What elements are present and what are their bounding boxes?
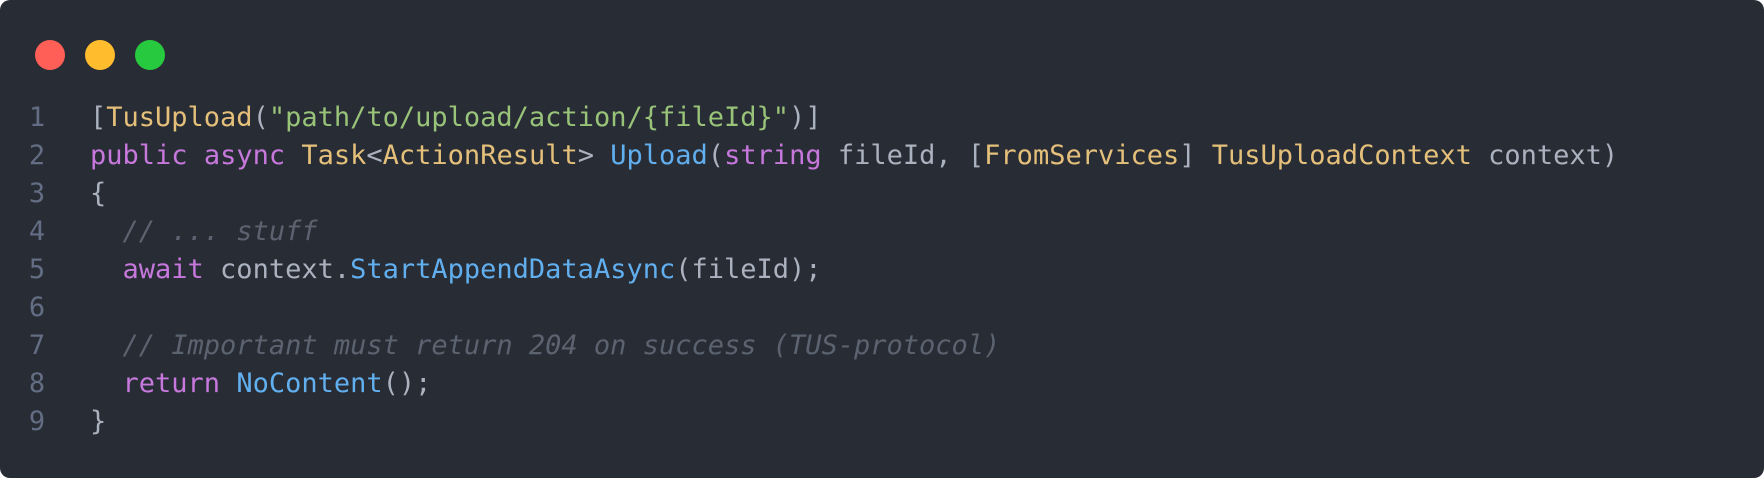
- code-token-plain: {: [90, 178, 107, 209]
- line-number: 7: [28, 330, 46, 361]
- line-content: return NoContent();: [90, 365, 432, 403]
- code-line: 3{: [0, 175, 1764, 213]
- code-token-plain: >: [577, 140, 611, 171]
- line-content: {: [90, 175, 106, 213]
- line-number: 4: [28, 216, 46, 247]
- code-token-kw: public: [90, 140, 188, 171]
- code-token-plain: (: [707, 140, 725, 171]
- code-token-cmt: // ... stuff: [122, 216, 318, 247]
- code-token-plain: )]: [789, 102, 822, 133]
- code-line: 5 await context.StartAppendDataAsync(fil…: [0, 251, 1764, 289]
- line-content: }: [90, 403, 106, 441]
- line-number: 8: [28, 368, 46, 399]
- code-token-type: TusUpload: [106, 102, 253, 133]
- line-content: // Important must return 204 on success …: [90, 327, 1001, 365]
- line-number: 2: [28, 140, 46, 171]
- code-line: 8 return NoContent();: [0, 365, 1764, 403]
- code-token-plain: ]: [1179, 140, 1212, 171]
- code-line: 1 [TusUpload("path/to/upload/action/{file…: [0, 99, 1764, 137]
- code-token-plain: (: [252, 102, 269, 133]
- code-token-plain: context.: [203, 254, 351, 285]
- code-token-fn: StartAppendDataAsync: [350, 254, 676, 285]
- code-token-plain: context): [1471, 140, 1619, 171]
- line-number: 1: [28, 102, 46, 133]
- code-token-kw: string: [724, 140, 822, 171]
- line-number: 3: [28, 178, 46, 209]
- code-token-kw: await: [122, 254, 204, 285]
- close-dot-icon[interactable]: [35, 40, 65, 70]
- code-token-type: ActionResult: [382, 140, 578, 171]
- maximize-dot-icon[interactable]: [135, 40, 165, 70]
- code-token-str: "path/to/upload/action/{fileId}": [268, 102, 790, 133]
- line-number: 6: [28, 292, 46, 323]
- code-line: 7 // Important must return 204 on succes…: [0, 327, 1764, 365]
- code-token-type: TusUploadContext: [1211, 140, 1472, 171]
- code-token-cmt: // Important must return 204 on success …: [122, 330, 1001, 361]
- code-token-kw: async: [203, 140, 286, 171]
- minimize-dot-icon[interactable]: [85, 40, 115, 70]
- code-token-type: Task: [301, 140, 367, 171]
- code-token-fn: NoContent: [236, 368, 383, 399]
- code-token-plain: ();: [382, 368, 432, 399]
- code-line: 9}: [0, 403, 1764, 441]
- line-content: public async Task<ActionResult> Upload(s…: [90, 137, 1618, 175]
- code-token-plain: (fileId);: [675, 254, 822, 285]
- line-content: await context.StartAppendDataAsync(fileI…: [90, 251, 822, 289]
- code-token-type: FromServices: [984, 140, 1180, 171]
- code-token-plain: }: [90, 406, 107, 437]
- code-token-fn: Upload: [610, 140, 708, 171]
- code-window: 1 [TusUpload("path/to/upload/action/{file…: [0, 0, 1764, 478]
- code-token-kw: return: [122, 368, 221, 399]
- line-content: // ... stuff: [90, 213, 318, 251]
- code-token-plain: fileId, [: [821, 140, 985, 171]
- line-content: [TusUpload("path/to/upload/action/{fileI…: [90, 99, 822, 137]
- code-block: 1 [TusUpload("path/to/upload/action/{file…: [0, 99, 1764, 441]
- code-line: 4 // ... stuff: [0, 213, 1764, 251]
- code-line: 6: [0, 289, 1764, 327]
- code-token-plain: [: [90, 102, 107, 133]
- code-line: 2 public async Task<ActionResult> Upload(…: [0, 137, 1764, 175]
- line-number: 9: [28, 406, 46, 437]
- code-token-plain: <: [366, 140, 383, 171]
- line-number: 5: [28, 254, 46, 285]
